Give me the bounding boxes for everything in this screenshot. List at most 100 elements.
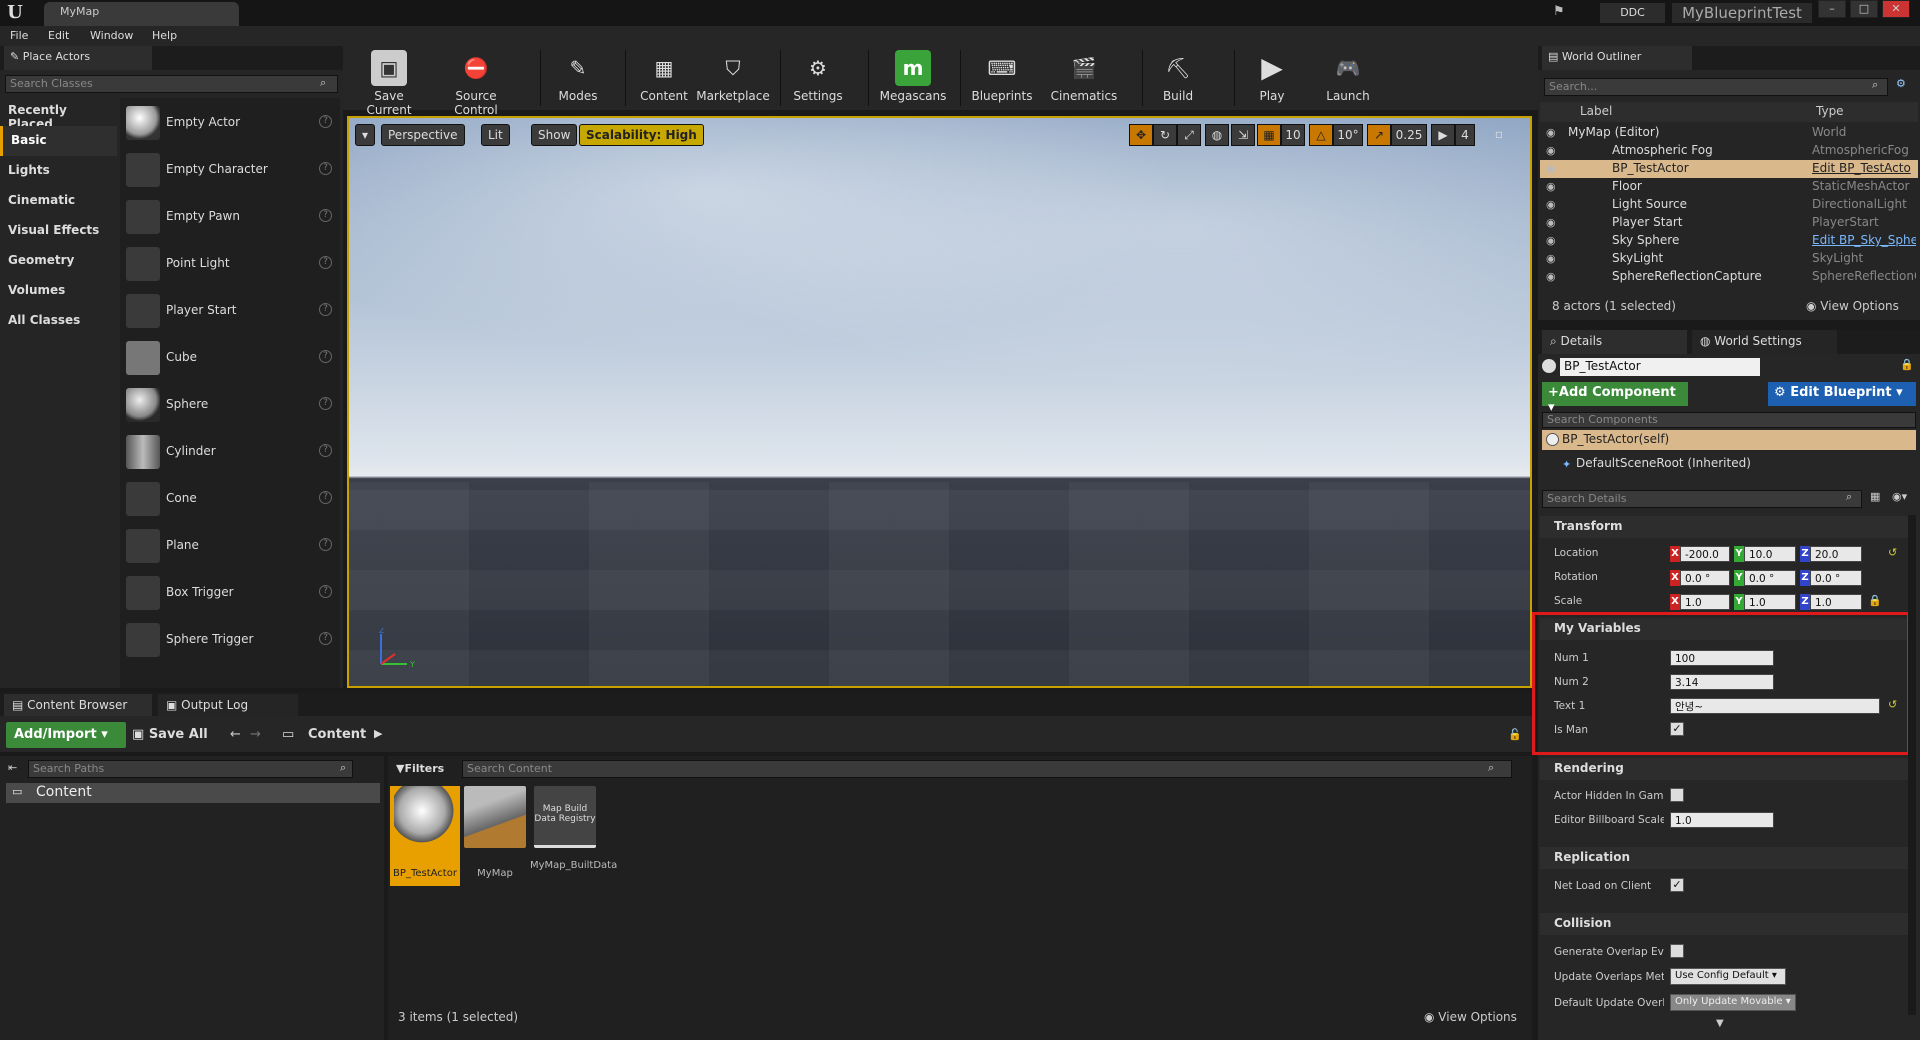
level-viewport[interactable]: ▾ Perspective Lit Show Scalability: High… bbox=[347, 116, 1532, 688]
rotate-icon[interactable]: ↻ bbox=[1153, 124, 1177, 146]
eye-icon[interactable]: ◉ bbox=[1546, 198, 1556, 211]
chevron-right-icon[interactable]: ▶ bbox=[374, 727, 382, 740]
list-item[interactable]: Cube? bbox=[120, 335, 340, 381]
eye-icon[interactable]: ◉ bbox=[1546, 180, 1556, 193]
help-icon[interactable]: ? bbox=[319, 585, 332, 598]
outliner-row[interactable]: ◉ Floor StaticMeshActor bbox=[1540, 178, 1918, 196]
search-details-input[interactable]: Search Details bbox=[1542, 490, 1862, 508]
grid-snap-icon[interactable]: ▦ bbox=[1257, 124, 1281, 146]
rotation-snap-icon[interactable]: △ bbox=[1309, 124, 1333, 146]
outliner-search-input[interactable]: Search... bbox=[1544, 78, 1888, 96]
close-button[interactable]: ✕ bbox=[1882, 0, 1910, 18]
list-item[interactable]: Cylinder? bbox=[120, 429, 340, 475]
scale-snap-icon[interactable]: ↗ bbox=[1367, 124, 1391, 146]
eye-icon[interactable]: ◉ bbox=[1546, 252, 1556, 265]
location-x-field[interactable]: -200.0 bbox=[1680, 546, 1730, 562]
eye-icon[interactable]: ◉ bbox=[1546, 126, 1556, 139]
category-cinematic[interactable]: Cinematic bbox=[0, 186, 117, 216]
tab-world-settings[interactable]: ◍ World Settings bbox=[1692, 330, 1837, 354]
tab-place-actors[interactable]: ✎ Place Actors bbox=[4, 46, 152, 70]
outliner-row[interactable]: ◉ Atmospheric Fog AtmosphericFog bbox=[1540, 142, 1918, 160]
list-item[interactable]: Cone? bbox=[120, 476, 340, 522]
list-item[interactable]: Empty Pawn? bbox=[120, 194, 340, 240]
minimize-button[interactable]: – bbox=[1818, 0, 1846, 18]
search-components-input[interactable]: Search Components bbox=[1542, 412, 1916, 428]
section-transform[interactable]: Transform bbox=[1540, 516, 1910, 538]
section-rendering[interactable]: Rendering bbox=[1540, 758, 1910, 780]
modes-button[interactable]: ✎ Modes bbox=[548, 48, 608, 108]
view-options-button[interactable]: ◉ View Options bbox=[1424, 1010, 1517, 1024]
category-recently-placed[interactable]: Recently Placed bbox=[0, 96, 117, 131]
world-icon[interactable]: ◍ bbox=[1205, 124, 1229, 146]
list-item[interactable]: Plane? bbox=[120, 523, 340, 569]
tab-world-outliner[interactable]: ▤ World Outliner bbox=[1542, 46, 1692, 70]
megascans-button[interactable]: m Megascans bbox=[876, 48, 950, 108]
settings-button[interactable]: ⚙ Settings bbox=[788, 48, 848, 108]
eye-icon[interactable]: ◉ bbox=[1546, 144, 1556, 157]
build-button[interactable]: ⛏ Build bbox=[1150, 48, 1206, 108]
outliner-row[interactable]: ◉ Light Source DirectionalLight bbox=[1540, 196, 1918, 214]
category-volumes[interactable]: Volumes bbox=[0, 276, 117, 306]
tab-details[interactable]: ⌕ Details bbox=[1542, 330, 1687, 354]
list-item[interactable]: Empty Actor? bbox=[120, 100, 340, 146]
collapse-icon[interactable]: ⇤ bbox=[8, 761, 17, 774]
column-type[interactable]: Type bbox=[1816, 104, 1844, 118]
eye-icon[interactable]: ◉▾ bbox=[1892, 490, 1907, 503]
help-icon[interactable]: ? bbox=[319, 303, 332, 316]
list-item[interactable]: Player Start? bbox=[120, 288, 340, 334]
category-all-classes[interactable]: All Classes bbox=[0, 306, 117, 336]
outliner-row[interactable]: ◉ Sky Sphere Edit BP_Sky_Sphe bbox=[1540, 232, 1918, 250]
cinematics-button[interactable]: 🎬 Cinematics bbox=[1050, 48, 1118, 108]
grid-snap-value[interactable]: 10 bbox=[1281, 124, 1305, 146]
search-paths-input[interactable]: Search Paths bbox=[28, 760, 353, 778]
show-button[interactable]: Show bbox=[531, 124, 578, 146]
help-icon[interactable]: ? bbox=[319, 115, 332, 128]
edit-blueprint-button[interactable]: ⚙ Edit Blueprint ▾ bbox=[1768, 382, 1916, 406]
scale-x-field[interactable]: 1.0 bbox=[1680, 594, 1730, 610]
location-label[interactable]: Location bbox=[1554, 547, 1664, 559]
scale-y-field[interactable]: 1.0 bbox=[1744, 594, 1796, 610]
outliner-row[interactable]: ◉ SphereReflectionCapture SphereReflection… bbox=[1540, 268, 1918, 286]
scalability-button[interactable]: Scalability: High bbox=[579, 124, 704, 146]
lock-icon[interactable]: 🔒 bbox=[1900, 358, 1914, 371]
outliner-row[interactable]: ◉ Player Start PlayerStart bbox=[1540, 214, 1918, 232]
list-item[interactable]: Sphere? bbox=[120, 382, 340, 428]
default-update-dropdown[interactable]: Only Update Movable ▾ bbox=[1670, 994, 1796, 1011]
launch-button[interactable]: 🎮 Launch bbox=[1320, 48, 1376, 108]
generate-overlap-checkbox[interactable] bbox=[1670, 944, 1684, 958]
rotation-x-field[interactable]: 0.0 ° bbox=[1680, 570, 1730, 586]
section-replication[interactable]: Replication bbox=[1540, 847, 1910, 869]
tab-content-browser[interactable]: ▤ Content Browser bbox=[4, 694, 152, 716]
row-type-link[interactable]: Edit BP_TestActo bbox=[1812, 161, 1916, 175]
outliner-row[interactable]: ◉ BP_TestActor Edit BP_TestActo bbox=[1540, 160, 1918, 178]
search-content-input[interactable]: Search Content bbox=[462, 760, 1512, 778]
menu-help[interactable]: Help bbox=[152, 29, 177, 42]
location-z-field[interactable]: 20.0 bbox=[1810, 546, 1862, 562]
tree-item-content[interactable]: Content bbox=[6, 783, 380, 803]
blueprints-button[interactable]: ⌨ Blueprints bbox=[968, 48, 1036, 108]
list-item[interactable]: Point Light? bbox=[120, 241, 340, 287]
viewport-options-button[interactable]: ▾ bbox=[355, 124, 375, 146]
net-load-checkbox[interactable]: ✓ bbox=[1670, 878, 1684, 892]
perspective-button[interactable]: Perspective bbox=[381, 124, 465, 146]
level-tab[interactable]: MyMap bbox=[44, 2, 239, 26]
eye-icon[interactable]: ◉ bbox=[1546, 234, 1556, 247]
help-icon[interactable]: ? bbox=[319, 397, 332, 410]
category-lights[interactable]: Lights bbox=[0, 156, 117, 186]
forward-icon[interactable]: → bbox=[250, 727, 261, 742]
chevron-down-icon[interactable]: ▼ bbox=[1716, 1018, 1724, 1029]
details-scrollbar[interactable] bbox=[1908, 515, 1916, 1015]
eye-icon[interactable]: ◉ bbox=[1546, 162, 1556, 175]
play-button[interactable]: ▶ Play bbox=[1244, 48, 1300, 108]
help-icon[interactable]: ? bbox=[319, 256, 332, 269]
camera-speed-icon[interactable]: ▶ bbox=[1431, 124, 1455, 146]
content-button[interactable]: ▦ Content bbox=[634, 48, 694, 108]
help-icon[interactable]: ? bbox=[319, 162, 332, 175]
save-current-button[interactable]: ▣ Save Current bbox=[352, 48, 426, 117]
maximize-viewport-icon[interactable]: ▫ bbox=[1489, 124, 1509, 146]
help-icon[interactable]: ? bbox=[319, 444, 332, 457]
outliner-view-options-button[interactable]: ◉ View Options bbox=[1806, 299, 1899, 313]
grid-view-icon[interactable]: ▦ bbox=[1870, 490, 1880, 503]
outliner-row[interactable]: ◉ MyMap (Editor) World bbox=[1540, 124, 1918, 142]
menu-edit[interactable]: Edit bbox=[48, 29, 69, 42]
